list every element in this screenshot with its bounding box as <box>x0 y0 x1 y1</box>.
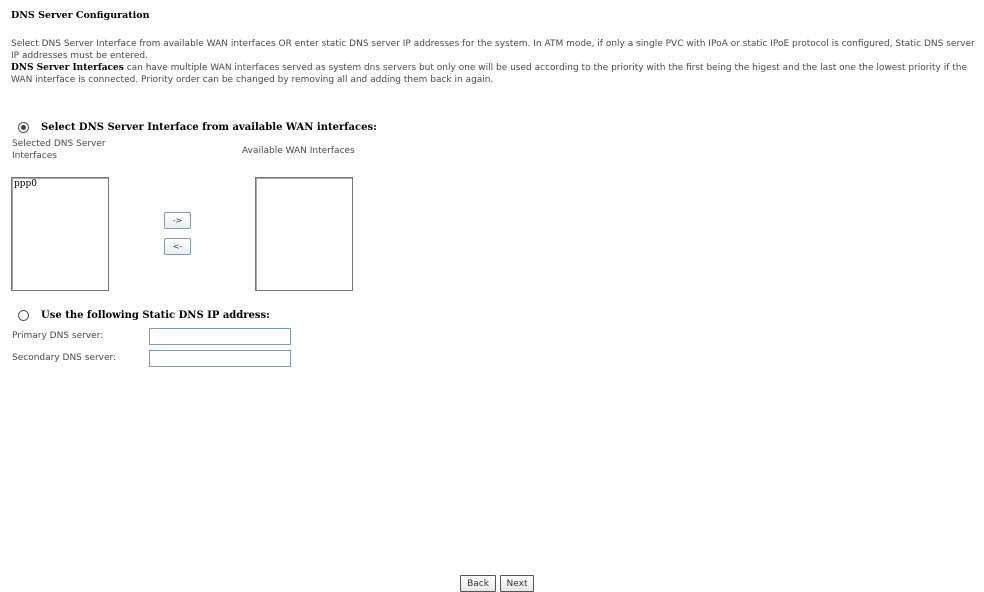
primary-dns-label: Primary DNS server: <box>12 331 104 341</box>
available-interfaces-list[interactable] <box>255 177 353 291</box>
primary-dns-field[interactable] <box>149 328 291 345</box>
description-priority: can have multiple WAN interfaces served … <box>11 63 968 85</box>
selected-interfaces-label: Selected DNS Server Interfaces <box>12 139 106 161</box>
static-mode-option[interactable]: Use the following Static DNS IP address: <box>18 310 270 321</box>
interface-mode-label: Select DNS Server Interface from availab… <box>41 122 377 133</box>
static-mode-label: Use the following Static DNS IP address: <box>41 310 270 321</box>
back-button[interactable]: Back <box>460 575 496 592</box>
remove-interface-button[interactable]: <- <box>164 238 191 255</box>
available-interfaces-label: Available WAN Interfaces <box>242 146 355 156</box>
list-item[interactable]: ppp0 <box>12 178 108 190</box>
add-interface-button[interactable]: -> <box>164 212 191 229</box>
selected-interfaces-list[interactable]: ppp0 <box>11 177 109 291</box>
page-description: Select DNS Server Interface from availab… <box>11 38 979 86</box>
secondary-dns-field[interactable] <box>149 350 291 367</box>
description-intro: Select DNS Server Interface from availab… <box>11 39 975 61</box>
page-title: DNS Server Configuration <box>11 10 150 21</box>
interface-mode-radio[interactable] <box>18 122 29 133</box>
static-mode-radio[interactable] <box>18 310 29 321</box>
interface-mode-option[interactable]: Select DNS Server Interface from availab… <box>18 122 377 133</box>
description-bold-term: DNS Server Interfaces <box>11 63 124 73</box>
secondary-dns-label: Secondary DNS server: <box>12 353 117 363</box>
next-button[interactable]: Next <box>500 575 534 592</box>
radio-selected-dot <box>21 125 26 130</box>
